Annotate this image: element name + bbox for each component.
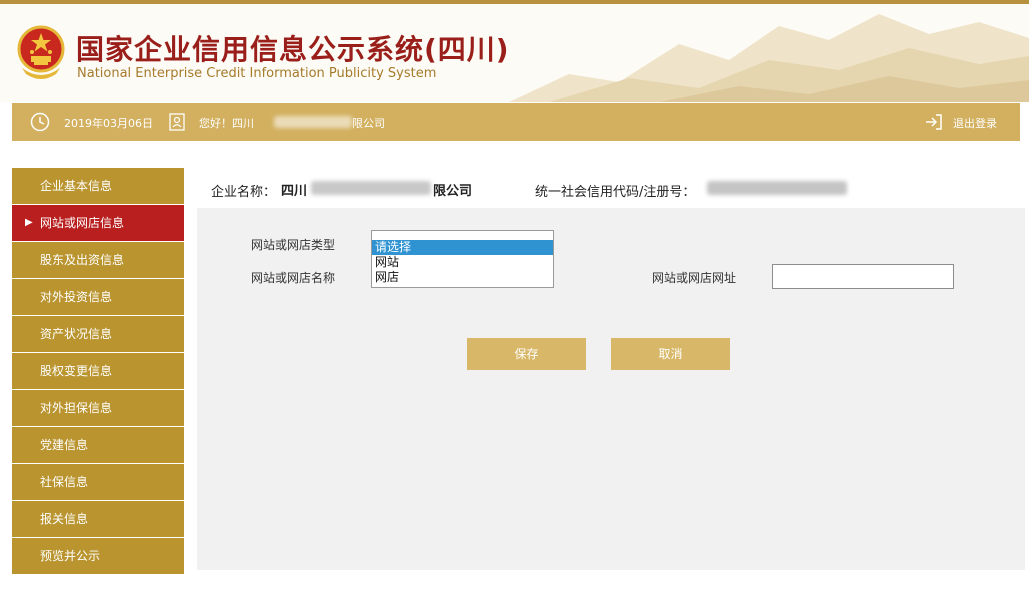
redacted-credit-code — [707, 181, 847, 195]
website-url-input[interactable] — [772, 264, 954, 289]
website-type-label: 网站或网店类型 — [251, 238, 336, 252]
national-emblem-icon — [17, 25, 65, 79]
sidebar-nav: 企业基本信息 ▶ 网站或网店信息 股东及出资信息 对外投资信息 资产状况信息 股权… — [12, 168, 184, 575]
main-panel: 企业名称： 四川 限公司 统一社会信用代码/注册号： 网站或网店类型 网站或网店… — [197, 168, 1025, 570]
sidebar-item-preview-publish[interactable]: 预览并公示 — [12, 538, 184, 574]
website-name-label: 网站或网店名称 — [251, 271, 336, 285]
sidebar-item-assets-info[interactable]: 资产状况信息 — [12, 316, 184, 352]
option-website[interactable]: 网站 — [372, 255, 553, 270]
option-online-store[interactable]: 网店 — [372, 270, 553, 285]
sidebar-item-party-building-info[interactable]: 党建信息 — [12, 427, 184, 463]
current-date: 2019年03月06日 — [64, 117, 153, 130]
site-title-cn: 国家企业信用信息公示系统(四川) — [76, 33, 510, 66]
site-title-en: National Enterprise Credit Information P… — [77, 66, 437, 81]
credit-code-label: 统一社会信用代码/注册号： — [535, 185, 696, 200]
user-company-suffix: 限公司 — [352, 117, 385, 130]
sidebar-item-basic-info[interactable]: 企业基本信息 — [12, 168, 184, 204]
user-card-icon — [169, 113, 185, 131]
sidebar-item-customs-info[interactable]: 报关信息 — [12, 501, 184, 537]
sidebar-item-social-security-info[interactable]: 社保信息 — [12, 464, 184, 500]
company-name-label: 企业名称： — [211, 185, 277, 200]
company-name-end: 限公司 — [433, 184, 473, 199]
mountain-background — [509, 14, 1029, 102]
website-type-dropdown[interactable]: 请选择 网站 网店 — [371, 230, 554, 288]
sidebar-item-shareholder-info[interactable]: 股东及出资信息 — [12, 242, 184, 278]
logout-icon[interactable] — [924, 112, 944, 132]
save-button[interactable]: 保存 — [467, 338, 586, 370]
user-greeting: 您好！四川 — [199, 117, 254, 130]
company-header: 企业名称： 四川 限公司 统一社会信用代码/注册号： — [197, 168, 1025, 208]
site-header: 国家企业信用信息公示系统(四川) National Enterprise Cre… — [0, 4, 1029, 102]
website-url-label: 网站或网店网址 — [652, 271, 737, 285]
redacted-company-name-main — [311, 181, 431, 195]
clock-icon — [30, 112, 50, 132]
sidebar-item-website-info[interactable]: ▶ 网站或网店信息 — [12, 205, 184, 241]
triangle-right-icon: ▶ — [25, 217, 33, 228]
logout-link[interactable]: 退出登录 — [953, 115, 997, 131]
sidebar-item-guarantee-info[interactable]: 对外担保信息 — [12, 390, 184, 426]
cancel-button[interactable]: 取消 — [611, 338, 730, 370]
redacted-company-name — [274, 116, 352, 128]
info-bar: 2019年03月06日 您好！四川 限公司 退出登录 — [12, 103, 1020, 141]
sidebar-item-investment-info[interactable]: 对外投资信息 — [12, 279, 184, 315]
option-please-select[interactable]: 请选择 — [372, 240, 553, 255]
sidebar-item-equity-change-info[interactable]: 股权变更信息 — [12, 353, 184, 389]
company-name-start: 四川 — [281, 184, 308, 199]
page: 国家企业信用信息公示系统(四川) National Enterprise Cre… — [0, 0, 1029, 590]
